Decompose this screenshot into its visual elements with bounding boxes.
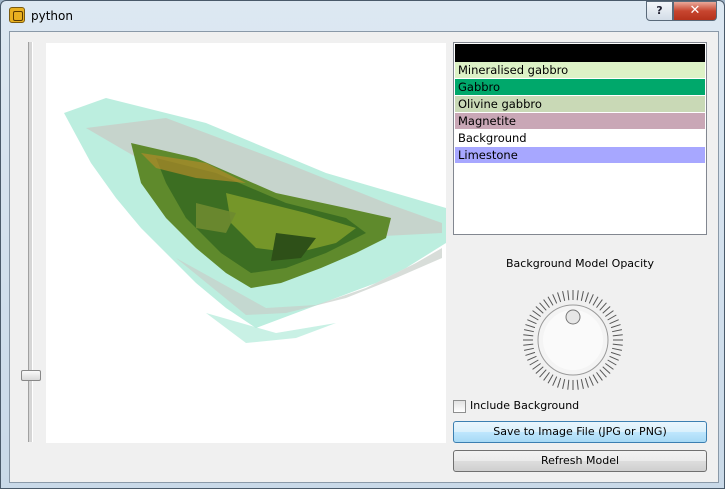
dial-tick [596,372,603,381]
app-window: python ? ✕ Mineralised gabbro Gabbro Olivi… [0,0,725,489]
dial-tick [535,306,544,314]
dial-tick [612,334,623,337]
include-background-checkbox[interactable] [453,400,466,413]
legend-item[interactable]: Olivine gabbro [455,96,705,112]
dial-tick [580,379,584,390]
dial-tick [612,347,623,351]
dial-tick [567,290,570,301]
dial-tick [547,296,554,306]
dial-tick [535,366,544,374]
dial-tick [567,379,570,390]
dial-tick [592,374,599,384]
dial-tick [552,376,558,386]
main-panel: Mineralised gabbro Gabbro Olivine gabbro Ma… [9,31,719,483]
legend-header [455,44,705,62]
legend-item[interactable]: Limestone [455,147,705,163]
dial-tick [552,294,558,304]
legend-item[interactable]: Mineralised gabbro [455,62,705,78]
dial-tick [523,334,534,337]
dial-tick [610,324,621,329]
legend-item[interactable]: Background [455,130,705,146]
dial-tick [607,314,617,321]
dial-tick [602,366,611,374]
dial-tick [543,299,550,308]
dial-tick [605,310,614,317]
opacity-dial[interactable] [520,287,626,393]
dial-tick [523,343,534,346]
dial-tick [562,290,566,301]
dial-tick [532,310,541,317]
dial-tick [525,324,536,329]
dial-tick [576,290,579,301]
dial-tick [529,314,539,321]
dial-tick [529,359,539,366]
close-icon: ✕ [689,3,701,18]
dial-tick [588,376,594,386]
dial-knob[interactable] [565,309,581,325]
dial-tick [602,306,611,314]
title-bar[interactable]: python ? ✕ [1,1,724,31]
dial-tick [612,329,623,333]
dial-tick [576,379,579,390]
dial-tick [584,377,589,388]
dial-tick [539,369,547,378]
dial-tick [592,296,599,306]
opacity-label: Background Model Opacity [506,257,654,270]
dial-tick [612,343,623,346]
vertical-slider-handle[interactable] [21,370,41,381]
legend-item[interactable]: Magnetite [455,113,705,129]
dial-tick [557,377,562,388]
dial-tick [525,351,536,356]
dial-tick [605,363,614,370]
dial-tick [588,294,594,304]
vertical-slider-track[interactable] [28,42,33,442]
help-icon: ? [656,4,663,17]
refresh-model-button[interactable]: Refresh Model [453,450,707,472]
dial-tick [607,359,617,366]
model-render [64,98,446,343]
dial-tick [599,302,607,311]
dial-tick [580,290,584,301]
include-background-label: Include Background [470,399,580,412]
dial-tick [523,347,534,351]
dial-tick [584,292,589,303]
dial-tick [532,363,541,370]
dial-tick [527,355,537,361]
dial-tick [610,351,621,356]
python-app-icon [9,7,25,23]
save-image-button[interactable]: Save to Image File (JPG or PNG) [453,421,707,443]
dial-tick [547,374,554,384]
dial-tick [523,329,534,333]
legend-item[interactable]: Gabbro [455,79,705,95]
dial-tick [599,369,607,378]
window-title: python [31,9,73,23]
dial-tick [557,292,562,303]
dial-tick [543,372,550,381]
dial-tick [609,319,619,325]
dial-tick [609,355,619,361]
dial-tick [596,299,603,308]
dial-tick [562,379,566,390]
dial-tick [539,302,547,311]
close-button[interactable]: ✕ [673,1,717,21]
help-button[interactable]: ? [646,1,673,21]
lithology-legend-list[interactable]: Mineralised gabbro Gabbro Olivine gabbro Ma… [453,42,707,235]
dial-tick [527,319,537,325]
model-3d-view[interactable] [46,43,446,443]
